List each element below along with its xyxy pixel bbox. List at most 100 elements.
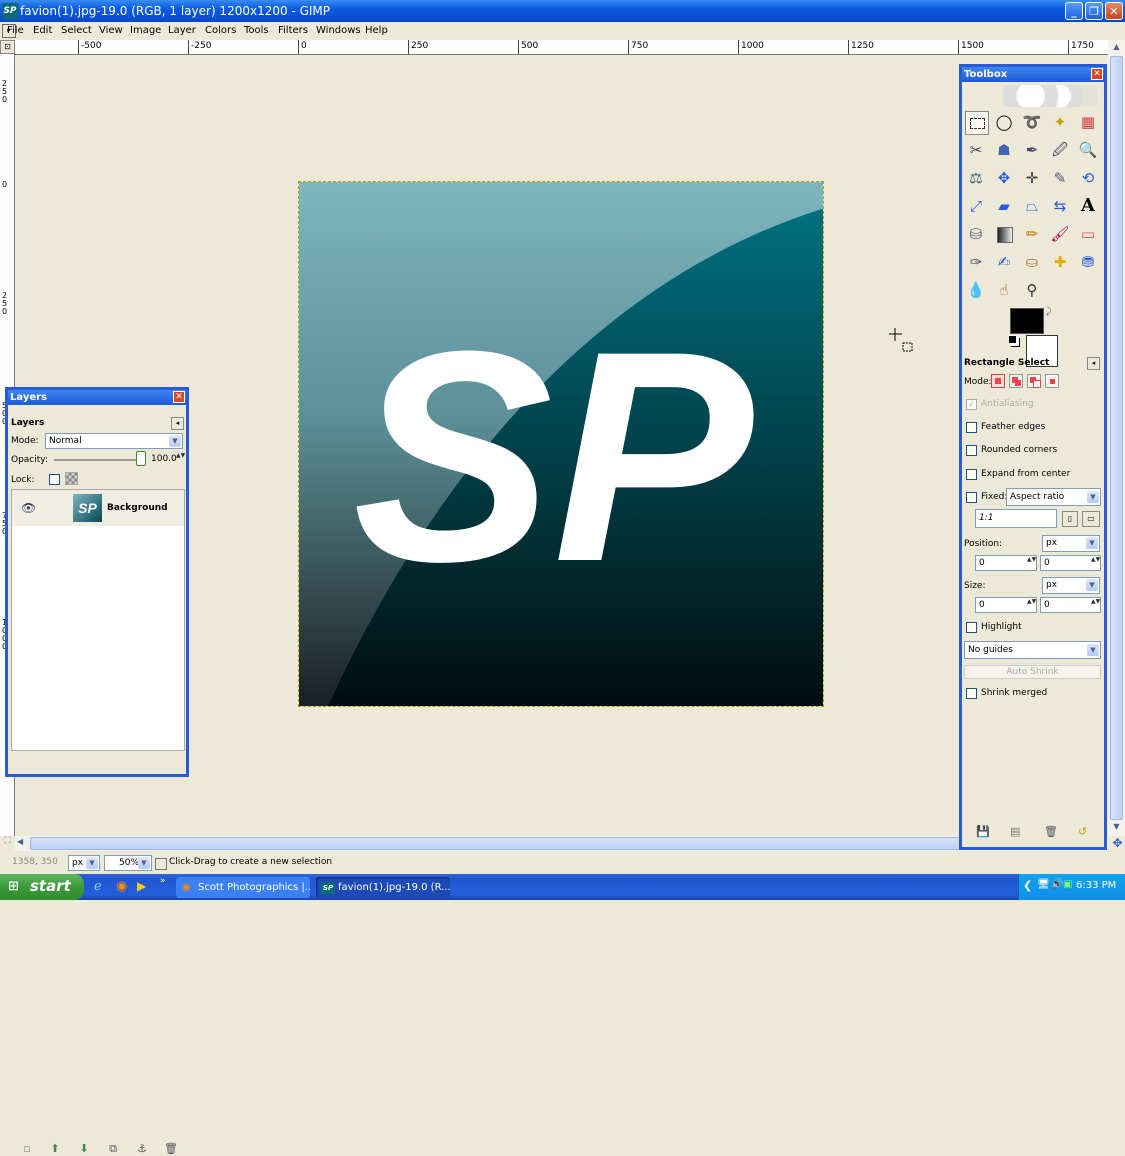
expand-from-center-checkbox[interactable]	[966, 469, 977, 480]
delete-options-icon[interactable]: 🗑	[1044, 825, 1058, 838]
security-icon[interactable]: ▣	[1063, 879, 1072, 890]
size-height-input[interactable]: 0 ▲▼	[1040, 597, 1101, 613]
menu-select[interactable]: Select	[61, 25, 92, 36]
save-options-icon[interactable]: 💾	[976, 825, 990, 838]
landscape-icon[interactable]: ▭	[1082, 511, 1100, 527]
move-tool-icon[interactable]: ✥	[993, 167, 1015, 189]
flip-tool-icon[interactable]: ⇆	[1049, 195, 1071, 217]
paths-tool-icon[interactable]: ✒	[1021, 139, 1043, 161]
position-y-input[interactable]: 0 ▲▼	[1040, 555, 1101, 571]
mode-replace-icon[interactable]	[991, 374, 1005, 388]
tray-expand-icon[interactable]: ❮	[1023, 879, 1032, 892]
unit-select[interactable]: px ▼	[68, 855, 100, 871]
fixed-mode-select[interactable]: Aspect ratio ▼	[1006, 488, 1101, 506]
blend-tool-icon[interactable]	[993, 223, 1015, 245]
guides-select[interactable]: No guides ▼	[964, 641, 1101, 659]
zoom-corner-icon[interactable]: ⛶	[0, 836, 15, 851]
visibility-eye-icon[interactable]: 👁	[21, 501, 36, 515]
paintbrush-tool-icon[interactable]: 🖌	[1049, 223, 1071, 245]
network-icon[interactable]: 🖥	[1037, 879, 1050, 890]
clone-tool-icon[interactable]: ⛀	[1021, 251, 1043, 273]
toolbox-close-button[interactable]: ✕	[1091, 68, 1103, 80]
wilber-drop-area[interactable]	[1002, 85, 1097, 107]
maximize-button[interactable]: ❐	[1085, 2, 1103, 20]
ink-tool-icon[interactable]: ✍	[993, 251, 1015, 273]
scissors-tool-icon[interactable]: ✂	[965, 139, 987, 161]
taskbar-item-gimp[interactable]: SP favion(1).jpg-19.0 (R...	[316, 877, 450, 898]
anchor-layer-icon[interactable]: ⚓	[135, 1142, 149, 1156]
swap-colors-icon[interactable]: ⤸	[1046, 307, 1051, 317]
opacity-slider-track[interactable]	[54, 459, 139, 461]
opacity-slider-handle[interactable]	[136, 451, 146, 466]
fixed-checkbox[interactable]	[966, 492, 977, 503]
restore-options-icon[interactable]: ▤	[1010, 825, 1020, 838]
clock[interactable]: 6:33 PM	[1076, 880, 1116, 891]
rotate-tool-icon[interactable]: ⟲	[1077, 167, 1099, 189]
layers-close-button[interactable]: ✕	[173, 391, 185, 403]
close-button[interactable]: ✕	[1105, 2, 1123, 20]
position-x-input[interactable]: 0 ▲▼	[975, 555, 1037, 571]
perspective-tool-icon[interactable]: ⏢	[1021, 195, 1043, 217]
tab-menu-icon[interactable]: ◂	[171, 417, 184, 430]
scroll-left-arrow-icon[interactable]: ◀	[17, 837, 29, 850]
antialiasing-checkbox[interactable]: ✓	[966, 399, 977, 410]
foreground-color-swatch[interactable]	[1010, 308, 1044, 334]
align-tool-icon[interactable]: ✛	[1021, 167, 1043, 189]
scroll-up-arrow-icon[interactable]: ▲	[1110, 42, 1123, 54]
horizontal-scroll-thumb[interactable]	[30, 837, 1093, 850]
perspective-clone-tool-icon[interactable]: ⛃	[1077, 251, 1099, 273]
mode-add-icon[interactable]	[1009, 374, 1023, 388]
duplicate-layer-icon[interactable]: ⧉	[106, 1142, 120, 1156]
menu-file[interactable]: File	[7, 25, 24, 36]
dodge-burn-tool-icon[interactable]: ⚲	[1021, 279, 1043, 301]
free-select-tool-icon[interactable]: ➰	[1021, 111, 1043, 133]
size-unit-select[interactable]: px ▼	[1042, 577, 1100, 594]
menu-image[interactable]: Image	[130, 25, 161, 36]
delete-layer-icon[interactable]: 🗑	[164, 1142, 178, 1156]
blur-tool-icon[interactable]: 💧	[965, 279, 987, 301]
smudge-tool-icon[interactable]: ☝	[993, 279, 1015, 301]
scroll-down-arrow-icon[interactable]: ▼	[1110, 822, 1123, 834]
reset-options-icon[interactable]: ↺	[1078, 825, 1087, 838]
menu-tools[interactable]: Tools	[244, 25, 269, 36]
select-by-color-tool-icon[interactable]: ▦	[1077, 111, 1099, 133]
vertical-scrollbar[interactable]: ▲ ▼	[1108, 40, 1125, 836]
size-width-input[interactable]: 0 ▲▼	[975, 597, 1037, 613]
media-quicklaunch-icon[interactable]: ▶	[137, 879, 146, 893]
scale-tool-icon[interactable]: ⤢	[965, 195, 987, 217]
menu-layer[interactable]: Layer	[168, 25, 196, 36]
quick-mask-toggle[interactable]: ⊡	[0, 40, 15, 54]
rect-select-tool-icon[interactable]	[965, 111, 989, 135]
volume-icon[interactable]: 🔊	[1051, 879, 1063, 890]
mode-subtract-icon[interactable]	[1027, 374, 1041, 388]
zoom-tool-icon[interactable]: 🔍	[1077, 139, 1099, 161]
taskbar-item-firefox[interactable]: ◉ Scott Photographics |...	[176, 877, 310, 898]
measure-tool-icon[interactable]: ⚖	[965, 167, 987, 189]
rounded-corners-checkbox[interactable]	[966, 445, 977, 456]
mode-intersect-icon[interactable]	[1045, 374, 1059, 388]
firefox-quicklaunch-icon[interactable]: ◉	[116, 879, 127, 894]
shrink-merged-checkbox[interactable]	[966, 688, 977, 699]
text-tool-icon[interactable]: A	[1077, 195, 1099, 217]
feather-edges-checkbox[interactable]	[966, 422, 977, 433]
navigate-icon[interactable]: ✥	[1110, 836, 1125, 852]
highlight-checkbox[interactable]	[966, 622, 977, 633]
foreground-select-tool-icon[interactable]: ☗	[993, 139, 1015, 161]
vertical-scroll-thumb[interactable]	[1110, 56, 1123, 820]
crop-tool-icon[interactable]: ✎	[1049, 167, 1071, 189]
raise-layer-icon[interactable]: ⬆	[48, 1142, 62, 1156]
default-colors-icon[interactable]	[1008, 335, 1017, 344]
fuzzy-select-tool-icon[interactable]: ✦	[1049, 111, 1071, 133]
bucket-fill-tool-icon[interactable]: ⛁	[965, 223, 987, 245]
quicklaunch-overflow-icon[interactable]: »	[160, 876, 166, 886]
horizontal-scrollbar[interactable]: ◀	[15, 836, 1108, 851]
heal-tool-icon[interactable]: ✚	[1049, 251, 1071, 273]
airbrush-tool-icon[interactable]: ✑	[965, 251, 987, 273]
position-unit-select[interactable]: px ▼	[1042, 535, 1100, 552]
layer-name[interactable]: Background	[107, 503, 168, 513]
minimize-button[interactable]: _	[1065, 2, 1083, 20]
lock-pixels-checkbox[interactable]	[49, 474, 60, 485]
menu-help[interactable]: Help	[365, 25, 388, 36]
menu-filters[interactable]: Filters	[278, 25, 308, 36]
menu-colors[interactable]: Colors	[205, 25, 236, 36]
